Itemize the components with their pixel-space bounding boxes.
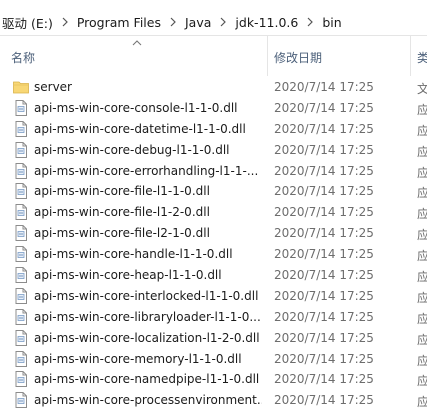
- file-type: 应: [417, 123, 427, 138]
- breadcrumb-program-files[interactable]: Program Files: [75, 15, 163, 30]
- file-name: api-ms-win-core-localization-l1-2-0.dll: [34, 330, 260, 345]
- file-name: api-ms-win-core-handle-l1-1-0.dll: [34, 247, 233, 262]
- chevron-right-icon[interactable]: [55, 12, 75, 32]
- file-type: 应: [417, 249, 427, 264]
- file-date: 2020/7/14 17:25: [274, 163, 374, 178]
- file-type: 应: [417, 228, 427, 243]
- sort-ascending-icon: [131, 37, 143, 47]
- file-name: server: [34, 80, 72, 94]
- file-row[interactable]: api-ms-win-core-debug-l1-1-0.dll 2020/7/1…: [0, 140, 427, 161]
- file-row[interactable]: api-ms-win-core-libraryloader-l1-1-0....…: [0, 307, 427, 328]
- file-date: 2020/7/14 17:25: [274, 288, 374, 303]
- column-divider[interactable]: [410, 36, 411, 76]
- file-type: 应: [417, 165, 427, 180]
- column-date-modified[interactable]: 修改日期: [274, 49, 322, 66]
- file-icon: [13, 371, 29, 388]
- file-name: api-ms-win-core-file-l1-1-0.dll: [34, 184, 210, 199]
- file-date: 2020/7/14 17:25: [274, 330, 374, 345]
- file-type: 应: [417, 395, 427, 410]
- file-type: 文: [417, 82, 427, 96]
- file-date: 2020/7/14 17:25: [274, 268, 374, 283]
- file-name: api-ms-win-core-file-l2-1-0.dll: [34, 226, 210, 241]
- file-icon: [13, 287, 29, 304]
- file-row[interactable]: api-ms-win-core-errorhandling-l1-1-... 20…: [0, 161, 427, 182]
- file-name: api-ms-win-core-processenvironment...: [34, 393, 262, 408]
- file-icon: [13, 141, 29, 158]
- file-date: 2020/7/14 17:25: [274, 80, 374, 94]
- file-icon: [13, 162, 29, 179]
- file-row[interactable]: api-ms-win-core-file-l1-2-0.dll 2020/7/14…: [0, 202, 427, 223]
- column-type[interactable]: 类: [417, 49, 427, 66]
- file-date: 2020/7/14 17:25: [274, 351, 374, 366]
- file-type: 应: [417, 332, 427, 347]
- file-row[interactable]: api-ms-win-core-handle-l1-1-0.dll 2020/7/…: [0, 244, 427, 265]
- file-date: 2020/7/14 17:25: [274, 121, 374, 136]
- file-name: api-ms-win-core-debug-l1-1-0.dll: [34, 142, 230, 157]
- file-name: api-ms-win-core-file-l1-2-0.dll: [34, 205, 210, 220]
- file-name: api-ms-win-core-errorhandling-l1-1-...: [34, 163, 259, 178]
- breadcrumb: 驱动 (E:) Program Files Java jdk-11.0.6 bi…: [0, 12, 344, 32]
- file-type: 应: [417, 270, 427, 285]
- file-date: 2020/7/14 17:25: [274, 142, 374, 157]
- file-icon: [13, 225, 29, 242]
- chevron-right-icon[interactable]: [213, 12, 233, 32]
- file-row[interactable]: api-ms-win-core-file-l2-1-0.dll 2020/7/14…: [0, 223, 427, 244]
- file-date: 2020/7/14 17:25: [274, 205, 374, 220]
- file-type: 应: [417, 353, 427, 368]
- file-row[interactable]: api-ms-win-core-datetime-l1-1-0.dll 2020/…: [0, 119, 427, 140]
- breadcrumb-drive[interactable]: 驱动 (E:): [0, 13, 55, 32]
- column-header: 名称 修改日期 类: [0, 36, 427, 76]
- file-type: 应: [417, 311, 427, 326]
- column-divider[interactable]: [267, 36, 268, 76]
- file-row[interactable]: api-ms-win-core-file-l1-1-0.dll 2020/7/14…: [0, 181, 427, 202]
- file-row[interactable]: api-ms-win-core-interlocked-l1-1-0.dll 20…: [0, 286, 427, 307]
- file-icon: [13, 267, 29, 284]
- chevron-right-icon[interactable]: [300, 12, 320, 32]
- file-date: 2020/7/14 17:25: [274, 226, 374, 241]
- file-name: api-ms-win-core-libraryloader-l1-1-0....: [34, 309, 262, 324]
- file-icon: [13, 120, 29, 137]
- file-row[interactable]: api-ms-win-core-memory-l1-1-0.dll 2020/7/…: [0, 349, 427, 370]
- file-date: 2020/7/14 17:25: [274, 393, 374, 408]
- breadcrumb-jdk[interactable]: jdk-11.0.6: [233, 15, 300, 30]
- file-name: api-ms-win-core-memory-l1-1-0.dll: [34, 351, 242, 366]
- file-date: 2020/7/14 17:25: [274, 309, 374, 324]
- file-type: 应: [417, 207, 427, 222]
- file-name: api-ms-win-core-heap-l1-1-0.dll: [34, 268, 222, 283]
- file-type: 应: [417, 290, 427, 305]
- file-name: api-ms-win-core-namedpipe-l1-1-0.dll: [34, 372, 260, 387]
- file-date: 2020/7/14 17:25: [274, 184, 374, 199]
- file-row[interactable]: api-ms-win-core-localization-l1-2-0.dll 2…: [0, 328, 427, 349]
- file-icon: [13, 246, 29, 263]
- file-icon: [13, 392, 29, 409]
- file-row[interactable]: api-ms-win-core-processenvironment... 202…: [0, 390, 427, 411]
- breadcrumb-java[interactable]: Java: [183, 15, 213, 30]
- file-row[interactable]: server 2020/7/14 17:25 文: [0, 77, 427, 98]
- file-icon: [13, 350, 29, 367]
- chevron-right-icon[interactable]: [163, 12, 183, 32]
- address-bar[interactable]: 驱动 (E:) Program Files Java jdk-11.0.6 bi…: [0, 0, 427, 36]
- folder-icon: [13, 79, 29, 95]
- file-icon: [13, 183, 29, 200]
- file-type: 应: [417, 186, 427, 201]
- file-row[interactable]: api-ms-win-core-namedpipe-l1-1-0.dll 2020…: [0, 369, 427, 390]
- file-name: api-ms-win-core-console-l1-1-0.dll: [34, 100, 238, 115]
- file-date: 2020/7/14 17:25: [274, 100, 374, 115]
- file-date: 2020/7/14 17:25: [274, 247, 374, 262]
- file-icon: [13, 204, 29, 221]
- file-name: api-ms-win-core-interlocked-l1-1-0.dll: [34, 288, 259, 303]
- file-row[interactable]: api-ms-win-core-console-l1-1-0.dll 2020/7…: [0, 98, 427, 119]
- file-name: api-ms-win-core-datetime-l1-1-0.dll: [34, 121, 246, 136]
- file-icon: [13, 329, 29, 346]
- file-row[interactable]: api-ms-win-core-heap-l1-1-0.dll 2020/7/14…: [0, 265, 427, 286]
- file-icon: [13, 99, 29, 116]
- file-date: 2020/7/14 17:25: [274, 372, 374, 387]
- file-list: server 2020/7/14 17:25 文 api-ms-win-core-co…: [0, 77, 427, 411]
- breadcrumb-bin[interactable]: bin: [320, 15, 343, 30]
- file-type: 应: [417, 102, 427, 117]
- file-type: 应: [417, 374, 427, 389]
- file-type: 应: [417, 144, 427, 159]
- column-name[interactable]: 名称: [11, 49, 35, 66]
- file-icon: [13, 308, 29, 325]
